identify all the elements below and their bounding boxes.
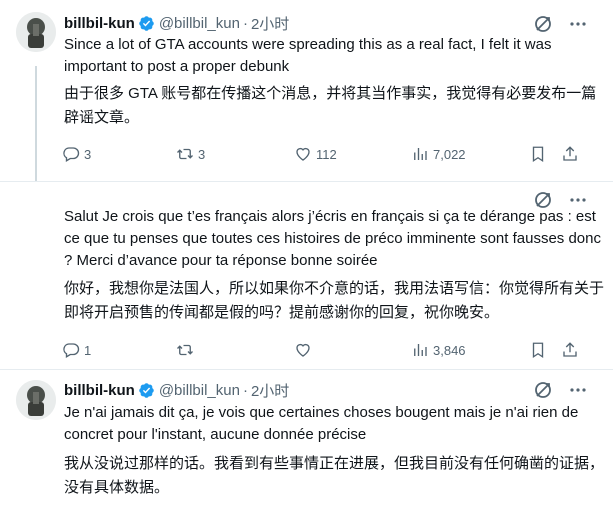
heart-icon (296, 147, 310, 161)
share-icon (563, 342, 577, 357)
thread-line (35, 66, 37, 181)
divider (0, 181, 613, 182)
tweet-text: Salut Je crois que t’es français alors j… (64, 208, 601, 269)
tweet-text: Since a lot of GTA accounts were spreadi… (64, 36, 552, 75)
tweet-header: billbil-kun @billbil_kun · 2小时 (64, 379, 289, 401)
heart-icon (296, 343, 310, 357)
views-button[interactable]: 7,022 (411, 144, 466, 164)
avatar[interactable] (16, 380, 56, 420)
retweet-icon (177, 148, 193, 160)
views-icon (414, 148, 427, 160)
separator-dot: · (242, 381, 248, 399)
bookmark-button[interactable] (529, 340, 551, 360)
tweet-header: billbil-kun @billbil_kun · 2小时 (64, 12, 289, 34)
reply-count: 3 (84, 146, 92, 162)
reply-icon (63, 343, 80, 358)
reply-count: 1 (84, 342, 92, 358)
retweet-icon (177, 344, 193, 356)
views-button[interactable]: 3,846 (411, 340, 466, 360)
author-name[interactable]: billbil-kun (64, 382, 135, 399)
grok-icon[interactable] (533, 380, 553, 400)
like-count: 112 (316, 146, 337, 162)
views-count: 7,022 (433, 146, 466, 162)
retweet-count: 3 (198, 146, 206, 162)
tweet-text: Je n'ai jamais dit ça, je vois que certa… (64, 404, 579, 443)
reply-button[interactable]: 3 (62, 144, 91, 164)
bookmark-button[interactable] (529, 144, 551, 164)
tweet-translation: 我从没说过那样的话。我看到有些事情正在进展，但我目前没有任何确凿的证据，没有具体… (64, 455, 605, 496)
timestamp[interactable]: 2小时 (251, 13, 289, 34)
more-icon[interactable] (568, 14, 588, 34)
tweet-translation: 你好，我想你是法国人，所以如果你不介意的话，我用法语写信：你觉得所有关于即将开启… (64, 280, 605, 321)
views-count: 3,846 (433, 342, 466, 358)
share-icon (563, 146, 577, 161)
reply-button[interactable]: 1 (62, 340, 91, 360)
reply-icon (63, 147, 80, 162)
bookmark-icon (532, 146, 544, 163)
divider (0, 369, 613, 370)
author-name[interactable]: billbil-kun (64, 15, 135, 32)
separator-dot: · (242, 14, 248, 32)
tweet-actions: 3 3 112 7,022 (54, 144, 594, 164)
retweet-button[interactable]: 3 (176, 144, 205, 164)
share-button[interactable] (561, 144, 583, 164)
like-button[interactable] (294, 340, 316, 360)
grok-icon[interactable] (533, 14, 553, 34)
tweet-translation: 由于很多 GTA 账号都在传播这个消息，并将其当作事实，我觉得有必要发布一篇辟谣… (64, 85, 597, 126)
avatar[interactable] (16, 12, 56, 52)
tweet-actions: 1 3,846 (54, 340, 594, 360)
like-button[interactable]: 112 (294, 144, 337, 164)
bookmark-icon (532, 342, 544, 359)
verified-badge-icon (138, 382, 155, 399)
views-icon (414, 344, 427, 356)
more-icon[interactable] (568, 380, 588, 400)
share-button[interactable] (561, 340, 583, 360)
author-handle[interactable]: @billbil_kun (159, 382, 240, 399)
retweet-button[interactable] (176, 340, 198, 360)
verified-badge-icon (138, 15, 155, 32)
author-handle[interactable]: @billbil_kun (159, 15, 240, 32)
timestamp[interactable]: 2小时 (251, 380, 289, 401)
